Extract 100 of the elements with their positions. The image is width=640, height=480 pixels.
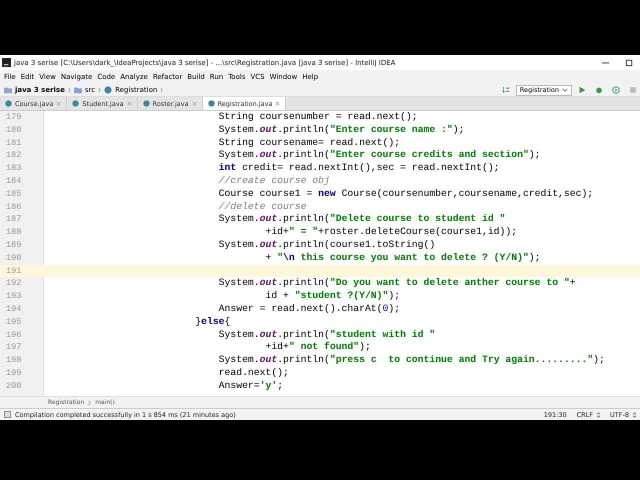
- code-text: Course course1 =: [218, 188, 314, 199]
- code-text: );: [593, 354, 605, 366]
- line-number: 190: [5, 252, 22, 265]
- code-text: System.: [218, 213, 260, 224]
- line-number: 183: [5, 162, 22, 175]
- coverage-icon[interactable]: [612, 86, 620, 94]
- line-number: 196: [5, 328, 22, 342]
- maximize-icon[interactable]: [625, 58, 634, 67]
- line-number: 185: [5, 188, 22, 201]
- code-text: );: [359, 341, 371, 352]
- keyword: new: [318, 188, 336, 199]
- line-number: 195: [5, 316, 22, 329]
- line-number: 189: [5, 238, 22, 252]
- code-comment: //delete course: [218, 200, 306, 212]
- code-text: .println(course1.toString(): [277, 238, 436, 250]
- code-text: .println(: [277, 277, 330, 288]
- line-number: 186: [5, 200, 22, 214]
- close-icon[interactable]: [192, 101, 197, 106]
- line-number: 184: [5, 174, 22, 188]
- chevron-icon: [88, 400, 92, 406]
- code-text: System.: [218, 328, 260, 340]
- code-text: +: [264, 252, 272, 263]
- code-text: .println(: [277, 149, 330, 160]
- field-name: out: [260, 124, 278, 135]
- string-literal: "Enter course credits and section": [330, 149, 529, 160]
- updown-icon[interactable]: [633, 412, 636, 418]
- code-text: .println(: [277, 124, 330, 135]
- string-literal: "Do you want to delete anther course to ": [330, 277, 570, 288]
- line-number: 192: [5, 277, 22, 290]
- run-icon[interactable]: [578, 86, 586, 94]
- code-text: Answer = read.next().charAt(: [218, 302, 383, 314]
- class-icon: [142, 100, 150, 107]
- string-literal: ": [277, 252, 284, 263]
- string-literal: 'y': [260, 380, 278, 391]
- string-literal: "press c to continue and Try again.........": [330, 354, 594, 366]
- line-number: 200: [5, 380, 22, 393]
- code-text: .println(: [277, 328, 330, 340]
- line-number: 179: [5, 111, 22, 124]
- string-literal: "student ?(Y/N)": [294, 290, 388, 302]
- code-text: );: [528, 252, 540, 263]
- line-number: 193: [5, 290, 22, 303]
- code-text: );: [388, 302, 400, 314]
- keyword: else: [201, 316, 225, 327]
- string-literal: "student with id ": [330, 328, 436, 340]
- close-icon[interactable]: [126, 101, 132, 106]
- code-text: Answer=: [218, 380, 260, 391]
- line-number: 191: [5, 264, 22, 278]
- updown-icon[interactable]: [597, 412, 600, 418]
- code-text: String coursenumber = read.next();: [218, 111, 418, 122]
- line-number: 199: [5, 366, 22, 380]
- class-icon: [208, 100, 215, 107]
- code-text: +id+: [264, 341, 289, 352]
- field-name: out: [260, 354, 278, 366]
- code-text: id +: [264, 290, 290, 302]
- code-text: System.: [218, 124, 260, 135]
- code-text: );: [452, 124, 464, 135]
- code-text: +id+: [264, 226, 289, 238]
- line-number: 188: [5, 226, 22, 239]
- folder-icon: [74, 86, 82, 94]
- class-icon: [72, 100, 80, 107]
- code-text: credit= read.nextInt(),sec = read.nextInt();: [241, 162, 500, 174]
- code-comment: //create course obj: [218, 174, 330, 186]
- code-text: +roster.deleteCourse(course1,id));: [318, 226, 518, 238]
- code-text: .println(: [277, 213, 330, 224]
- folder-icon: [4, 86, 12, 94]
- code-text: System.: [218, 238, 260, 250]
- close-icon[interactable]: [275, 101, 280, 106]
- code-text: Course(coursenumber,coursename,credit,sec);: [340, 188, 594, 199]
- code-text: read.next();: [218, 366, 289, 378]
- line-number: 198: [5, 354, 22, 367]
- escape-sequence: \n: [283, 252, 295, 263]
- code-text: );: [388, 290, 400, 302]
- line-number: 187: [5, 213, 22, 226]
- chevron-icon: [160, 87, 164, 93]
- class-icon: [104, 86, 112, 94]
- code-text: }: [194, 316, 202, 327]
- string-literal: "Enter course name :": [330, 124, 453, 135]
- line-number: 197: [5, 341, 22, 354]
- number-literal: 0: [382, 302, 388, 314]
- code-text: {: [224, 316, 230, 327]
- field-name: out: [260, 213, 278, 224]
- code-text: System.: [218, 149, 260, 160]
- code-text: String coursename= read.next();: [218, 136, 400, 148]
- string-literal: " not found": [288, 341, 360, 352]
- string-literal: " = ": [288, 226, 318, 238]
- status-icon[interactable]: [4, 411, 11, 418]
- stop-icon[interactable]: [629, 86, 637, 94]
- line-number: 181: [5, 136, 22, 150]
- field-name: out: [260, 328, 278, 340]
- sort-icon[interactable]: [502, 86, 510, 94]
- close-icon[interactable]: [56, 101, 62, 106]
- field-name: out: [260, 149, 278, 160]
- code-text: .println(: [277, 354, 330, 366]
- string-literal: "Delete course to student id ": [330, 213, 506, 224]
- keyword: int: [218, 162, 236, 174]
- debug-icon[interactable]: [595, 86, 603, 94]
- field-name: out: [260, 238, 278, 250]
- line-number: 194: [5, 302, 22, 316]
- class-icon: [5, 100, 12, 107]
- code-text: System.: [218, 277, 260, 288]
